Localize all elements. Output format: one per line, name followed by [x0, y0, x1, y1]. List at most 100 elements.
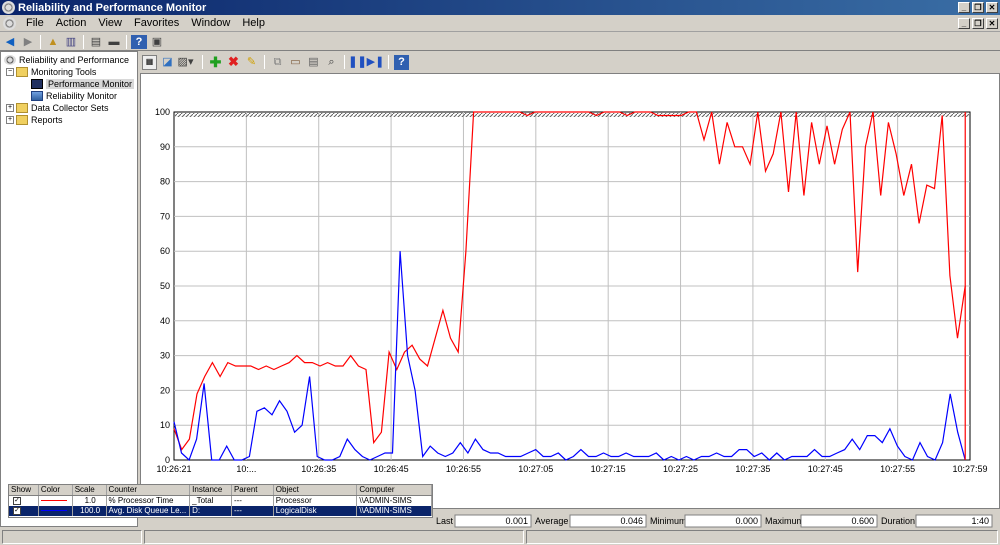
- tree-item-data-collector-sets[interactable]: + Data Collector Sets: [6, 102, 109, 114]
- back-arrow-icon[interactable]: ◀: [2, 35, 18, 49]
- view-log-data-icon[interactable]: ◪: [160, 55, 175, 70]
- view-current-activity-icon[interactable]: ▦: [142, 54, 157, 70]
- last-value: 0.001: [505, 516, 528, 526]
- duration-value: 1:40: [971, 516, 989, 526]
- menu-favorites[interactable]: Favorites: [128, 17, 185, 29]
- freeze-display-icon[interactable]: ❚❚: [348, 55, 366, 70]
- copy-properties-icon[interactable]: ⧉: [270, 55, 285, 70]
- x-tick-label: 10:26:45: [374, 464, 409, 474]
- computer-cell: \\ADMIN-SIMS: [357, 506, 432, 516]
- reliability-icon: [31, 91, 43, 101]
- tree-item-reports[interactable]: + Reports: [6, 114, 63, 126]
- help-icon[interactable]: ?: [131, 34, 147, 49]
- x-tick-label: 10:27:55: [880, 464, 915, 474]
- column-counter[interactable]: Counter: [107, 485, 191, 495]
- export-list-icon[interactable]: ▤: [88, 35, 104, 49]
- add-counter-icon[interactable]: ✚: [208, 55, 223, 70]
- menu-view[interactable]: View: [92, 17, 128, 29]
- y-tick-label: 60: [160, 246, 170, 256]
- x-tick-label: 10:27:59: [952, 464, 987, 474]
- x-tick-label: 10:26:21: [156, 464, 191, 474]
- collapse-icon[interactable]: −: [6, 68, 14, 76]
- app-icon: [2, 1, 15, 14]
- monitor-icon: [31, 79, 43, 89]
- column-computer[interactable]: Computer: [357, 485, 432, 495]
- tree-item-reliability-monitor[interactable]: Reliability Monitor: [31, 90, 117, 102]
- y-tick-label: 70: [160, 211, 170, 221]
- column-instance[interactable]: Instance: [190, 485, 232, 495]
- menu-bar: File Action View Favorites Window Help _…: [0, 15, 1000, 32]
- x-tick-label: 10:27:25: [663, 464, 698, 474]
- show-hide-tree-icon[interactable]: ▥: [63, 35, 79, 49]
- x-tick-label: 10:26:35: [301, 464, 336, 474]
- up-folder-icon[interactable]: ▲: [45, 35, 61, 49]
- counter-row-logicaldisk[interactable]: ✓ 100.0 Avg. Disk Queue Le... D: --- Log…: [9, 506, 432, 516]
- tree-item-reliability-performance[interactable]: Reliability and Performance: [4, 54, 129, 66]
- column-object[interactable]: Object: [274, 485, 358, 495]
- column-parent[interactable]: Parent: [232, 485, 274, 495]
- folder-icon: [16, 103, 28, 113]
- show-checkbox[interactable]: ✓: [13, 497, 21, 505]
- minimize-button[interactable]: _: [958, 2, 970, 13]
- help-icon[interactable]: ?: [394, 54, 409, 70]
- console-icon[interactable]: [3, 16, 16, 30]
- tree-item-monitoring-tools[interactable]: − Monitoring Tools: [6, 66, 96, 78]
- counter-row-processor[interactable]: ✓ 1.0 % Processor Time _Total --- Proces…: [9, 496, 432, 506]
- delete-counter-icon[interactable]: ✖: [226, 55, 241, 70]
- column-show[interactable]: Show: [9, 485, 39, 495]
- x-tick-label: 10:27:05: [518, 464, 553, 474]
- close-button[interactable]: ✕: [986, 2, 998, 13]
- y-tick-label: 100: [155, 107, 170, 117]
- paste-counter-list-icon[interactable]: ▭: [288, 55, 303, 70]
- x-tick-label: 10:27:45: [808, 464, 843, 474]
- menu-file[interactable]: File: [20, 17, 50, 29]
- expand-icon[interactable]: +: [6, 116, 14, 124]
- y-tick-label: 20: [160, 385, 170, 395]
- main-toolbar: ◀ ▶ ▲ ▥ ▤ ▬ ? ▣: [0, 33, 1000, 51]
- last-label: Last: [436, 516, 454, 526]
- scale-cell: 100.0: [73, 506, 107, 516]
- color-swatch-cell: [39, 496, 73, 506]
- child-restore-button[interactable]: ❐: [972, 17, 984, 29]
- tree-item-performance-monitor[interactable]: Performance Monitor: [31, 78, 135, 90]
- menu-window[interactable]: Window: [185, 17, 236, 29]
- navigation-tree: Reliability and Performance − Monitoring…: [0, 51, 138, 527]
- zoom-icon[interactable]: ⌕: [324, 55, 339, 70]
- counter-cell: % Processor Time: [107, 496, 191, 506]
- update-data-icon[interactable]: ▶❚: [367, 55, 385, 70]
- menu-action[interactable]: Action: [50, 17, 93, 29]
- show-checkbox[interactable]: ✓: [13, 507, 21, 515]
- column-color[interactable]: Color: [39, 485, 73, 495]
- x-tick-label: 10:27:35: [735, 464, 770, 474]
- maximum-label: Maximum: [765, 516, 804, 526]
- y-tick-label: 40: [160, 316, 170, 326]
- status-bar: [0, 529, 1000, 545]
- folder-icon: [16, 115, 28, 125]
- forward-arrow-icon[interactable]: ▶: [20, 35, 36, 49]
- y-tick-label: 80: [160, 177, 170, 187]
- title-bar: Reliability and Performance Monitor _ ❐ …: [0, 0, 1000, 15]
- color-swatch: [40, 510, 67, 512]
- instance-cell: D:: [190, 506, 232, 516]
- status-panel-2: [144, 530, 524, 544]
- child-close-button[interactable]: ✕: [986, 17, 998, 29]
- print-icon[interactable]: ▬: [106, 35, 122, 49]
- x-tick-label: 10:26:55: [446, 464, 481, 474]
- menu-help[interactable]: Help: [236, 17, 271, 29]
- folder-icon: [16, 67, 28, 77]
- counter-cell: Avg. Disk Queue Le...: [107, 506, 191, 516]
- highlight-icon[interactable]: ✎: [244, 55, 259, 70]
- expand-icon[interactable]: +: [6, 104, 14, 112]
- child-minimize-button[interactable]: _: [958, 17, 970, 29]
- y-tick-label: 10: [160, 420, 170, 430]
- y-tick-label: 90: [160, 142, 170, 152]
- computer-cell: \\ADMIN-SIMS: [357, 496, 432, 506]
- properties-icon[interactable]: ▤: [306, 55, 321, 70]
- column-scale[interactable]: Scale: [73, 485, 107, 495]
- performance-graph: 0 10 20 30 40 50 60 70 80 90 100 10:26:21 10:... 10:2…: [140, 73, 1000, 509]
- properties-icon[interactable]: ▣: [149, 35, 165, 49]
- change-graph-type-icon[interactable]: ▨▾: [178, 55, 194, 70]
- y-tick-label: 50: [160, 281, 170, 291]
- restore-button[interactable]: ❐: [972, 2, 984, 13]
- performance-toolbar: ▦ ◪ ▨▾ ✚ ✖ ✎ ⧉ ▭ ▤ ⌕ ❚❚ ▶❚ ?: [140, 51, 1000, 73]
